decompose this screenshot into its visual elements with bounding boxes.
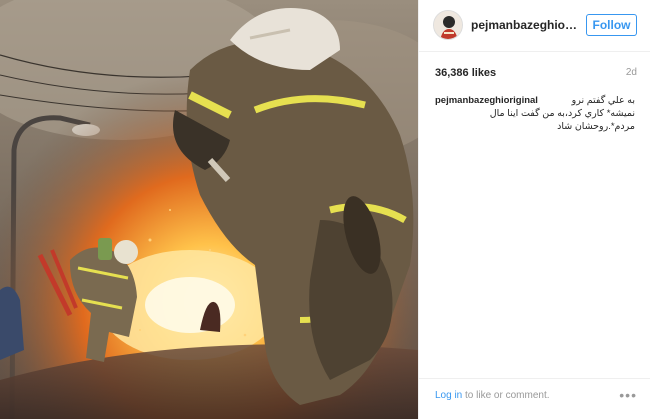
instagram-post: pejmanbazeghiorigi... Follow 36,386 like… [0, 0, 650, 419]
post-side-panel: pejmanbazeghiorigi... Follow 36,386 like… [418, 0, 650, 419]
likes-count[interactable]: 36,386 likes [435, 67, 496, 79]
post-footer: Log in to like or comment. ••• [419, 378, 650, 419]
login-prompt: Log in to like or comment. [435, 390, 550, 401]
post-meta-row: 36,386 likes 2d [435, 67, 637, 81]
firefighter-painting [0, 0, 418, 419]
caption-username-link[interactable]: pejmanbazeghioriginal [435, 94, 538, 107]
post-artwork-image[interactable] [0, 0, 418, 419]
post-timestamp[interactable]: 2d [626, 67, 637, 78]
login-link[interactable]: Log in [435, 390, 462, 401]
more-options-icon[interactable]: ••• [619, 387, 637, 403]
follow-button[interactable]: Follow [586, 14, 637, 36]
post-caption: pejmanbazeghioriginal به علي گفتم نرو نم… [435, 94, 635, 133]
header-username-link[interactable]: pejmanbazeghiorigi... [471, 18, 581, 32]
post-header: pejmanbazeghiorigi... Follow [419, 0, 650, 52]
login-prompt-suffix: to like or comment. [462, 390, 550, 401]
user-avatar-icon[interactable] [433, 10, 463, 40]
